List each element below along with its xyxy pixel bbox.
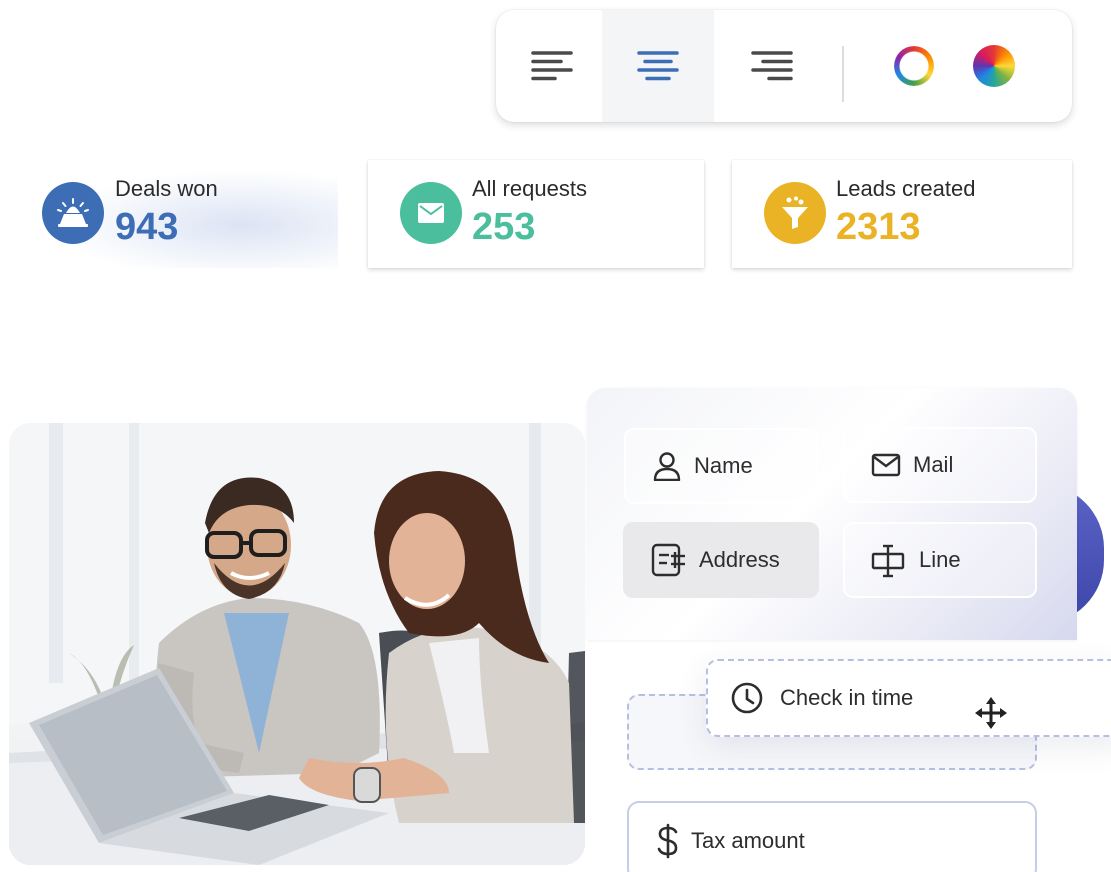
dragging-field-check-in-time[interactable]: Check in time: [706, 659, 1111, 737]
field-label: Name: [694, 453, 753, 478]
field-name[interactable]: Name: [624, 428, 818, 504]
stat-card-leads-created: Leads created 2313: [732, 160, 1072, 268]
align-left-button[interactable]: [496, 10, 608, 122]
photo-illustration: [9, 423, 585, 865]
field-label: Line: [919, 547, 961, 572]
color-ring-icon: [894, 46, 934, 86]
field-label: Tax amount: [691, 828, 805, 853]
text-cursor-icon: [871, 542, 907, 578]
field-address[interactable]: Address: [623, 522, 819, 598]
align-right-button[interactable]: [716, 10, 828, 122]
field-label: Mail: [913, 452, 954, 477]
text-color-button[interactable]: [892, 44, 936, 88]
stat-label: Deals won: [115, 176, 218, 201]
field-mail[interactable]: Mail: [843, 427, 1037, 503]
align-center-button[interactable]: [602, 10, 714, 122]
align-left-icon: [531, 51, 573, 81]
field-tax-amount[interactable]: Tax amount: [627, 801, 1037, 872]
stat-card-deals-won: Deals won 943: [18, 160, 338, 268]
stat-value: 943: [115, 206, 179, 248]
clock-icon: [730, 681, 764, 715]
toolbar-divider: [842, 46, 844, 102]
crm-feature-showcase: Deals won 943 All requests 253 Leads cre…: [0, 0, 1111, 872]
envelope-icon: [418, 203, 444, 223]
field-label: Check in time: [780, 685, 914, 710]
stat-icon-badge: [42, 182, 104, 244]
address-icon: [651, 542, 687, 578]
text-format-toolbar: [496, 10, 1072, 122]
mail-icon: [871, 450, 901, 480]
stat-icon-badge: [400, 182, 462, 244]
field-line[interactable]: Line: [843, 522, 1037, 598]
funnel-icon: [782, 196, 808, 229]
stat-value: 2313: [836, 206, 921, 248]
dollar-icon: [655, 823, 681, 859]
field-label: Address: [699, 547, 780, 572]
stat-card-all-requests: All requests 253: [368, 160, 704, 268]
stat-value: 253: [472, 206, 536, 248]
stat-label: All requests: [472, 176, 587, 201]
stat-label: Leads created: [836, 176, 976, 201]
fill-color-button[interactable]: [972, 44, 1016, 88]
move-icon[interactable]: [974, 696, 1008, 730]
trophy-icon: [57, 198, 89, 227]
business-people-laptop-photo: [9, 423, 585, 865]
color-wheel-icon: [973, 45, 1015, 87]
user-icon: [652, 451, 682, 481]
stat-icon-badge: [764, 182, 826, 244]
form-fields-panel: [587, 388, 1077, 640]
align-center-icon: [637, 51, 679, 81]
align-right-icon: [751, 51, 793, 81]
